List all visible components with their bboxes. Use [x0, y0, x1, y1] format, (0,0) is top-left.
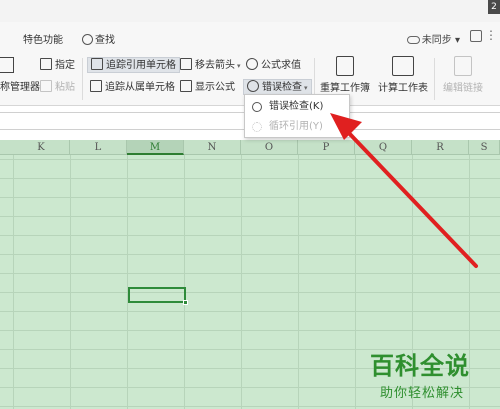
- calc-sheet-button[interactable]: 计算工作表: [376, 56, 430, 94]
- error-check-label: 错误检查: [262, 82, 302, 93]
- error-check-dropdown: 错误检查(K) 循环引用(Y): [244, 94, 350, 138]
- sheet-icon: [392, 56, 414, 76]
- edit-links-label: 编辑链接: [443, 83, 483, 94]
- evaluate-formula-icon: [246, 58, 258, 70]
- column-header[interactable]: K: [13, 140, 70, 155]
- paste-label: 粘贴: [55, 82, 75, 93]
- title-bar: 2: [0, 0, 500, 22]
- error-check-icon: [247, 80, 259, 92]
- dropdown-item-label: 循环引用(Y): [269, 121, 323, 132]
- column-header[interactable]: N: [184, 140, 241, 155]
- share-icon[interactable]: [470, 30, 482, 42]
- show-formulas-label: 显示公式: [195, 82, 235, 93]
- trace-precedents-icon: [91, 58, 103, 70]
- window-badge: 2: [488, 0, 500, 14]
- menu-search-label: 查找: [95, 35, 115, 46]
- specify-icon: [40, 58, 52, 70]
- evaluate-formula-label: 公式求值: [261, 60, 301, 71]
- dropdown-item-label: 错误检查(K): [269, 101, 324, 112]
- sync-caret-icon: ▾: [454, 35, 460, 46]
- recalc-workbook-button[interactable]: 重算工作簿: [318, 56, 372, 94]
- specify-label: 指定: [55, 60, 75, 71]
- watermark-title: 百科全说: [370, 352, 470, 380]
- dropdown-item-error-check[interactable]: 错误检查(K): [245, 98, 349, 116]
- error-check-button[interactable]: 错误检查 ▾: [243, 79, 312, 95]
- more-options-icon[interactable]: ⋮: [485, 28, 497, 42]
- ribbon-divider: [82, 58, 83, 100]
- specify-button[interactable]: 指定: [40, 58, 75, 74]
- menu-special-features[interactable]: 特色功能: [23, 31, 63, 46]
- remove-arrows-button[interactable]: 移去箭头 ▾: [180, 58, 241, 74]
- watermark-logo: 百科全说 助你轻松解决: [364, 344, 494, 404]
- remove-arrows-label: 移去箭头: [195, 60, 235, 71]
- show-formulas-icon: [180, 80, 192, 92]
- cloud-icon: [406, 36, 420, 44]
- selected-cell[interactable]: [128, 287, 186, 303]
- recalc-workbook-label: 重算工作簿: [320, 83, 370, 94]
- name-manager-button[interactable]: 称管理器: [0, 80, 40, 96]
- column-header-active[interactable]: M: [127, 140, 184, 155]
- trace-precedents-label: 追踪引用单元格: [106, 60, 176, 71]
- edit-links-button[interactable]: 编辑链接: [438, 56, 488, 94]
- error-check-caret-icon: ▾: [304, 84, 308, 92]
- link-icon: [454, 56, 472, 76]
- name-manager-icon: [0, 57, 14, 73]
- menu-bar: 特色功能 查找 未同步 ▾ ⋮: [0, 22, 500, 52]
- column-header-row: K L M N O P Q R S: [0, 140, 500, 155]
- trace-dependents-label: 追踪从属单元格: [105, 82, 175, 93]
- paste-icon: [40, 80, 52, 92]
- remove-arrows-icon: [180, 58, 192, 70]
- trace-dependents-icon: [90, 80, 102, 92]
- column-header[interactable]: S: [469, 140, 500, 155]
- fill-handle[interactable]: [183, 300, 188, 305]
- remove-arrows-caret-icon: ▾: [237, 62, 241, 70]
- calc-sheet-label: 计算工作表: [378, 83, 428, 94]
- watermark-subtitle: 助你轻松解决: [380, 386, 465, 401]
- ribbon-divider: [434, 58, 435, 100]
- column-header[interactable]: L: [70, 140, 127, 155]
- paste-button[interactable]: 粘贴: [40, 80, 75, 96]
- calculator-icon: [336, 56, 354, 76]
- circular-reference-icon: [252, 122, 262, 132]
- search-icon: [82, 34, 93, 45]
- column-header[interactable]: O: [241, 140, 298, 155]
- trace-dependents-button[interactable]: 追踪从属单元格: [90, 80, 175, 96]
- trace-precedents-button[interactable]: 追踪引用单元格: [87, 57, 180, 73]
- error-check-icon: [252, 102, 262, 112]
- sync-status[interactable]: 未同步 ▾: [406, 31, 460, 46]
- menu-search[interactable]: 查找: [82, 31, 115, 46]
- column-header[interactable]: R: [412, 140, 469, 155]
- column-header[interactable]: Q: [355, 140, 412, 155]
- evaluate-formula-button[interactable]: 公式求值: [246, 58, 301, 74]
- column-header[interactable]: P: [298, 140, 355, 155]
- dropdown-item-circular-ref[interactable]: 循环引用(Y): [245, 118, 349, 136]
- show-formulas-button[interactable]: 显示公式: [180, 80, 235, 96]
- sync-status-label: 未同步: [421, 35, 452, 46]
